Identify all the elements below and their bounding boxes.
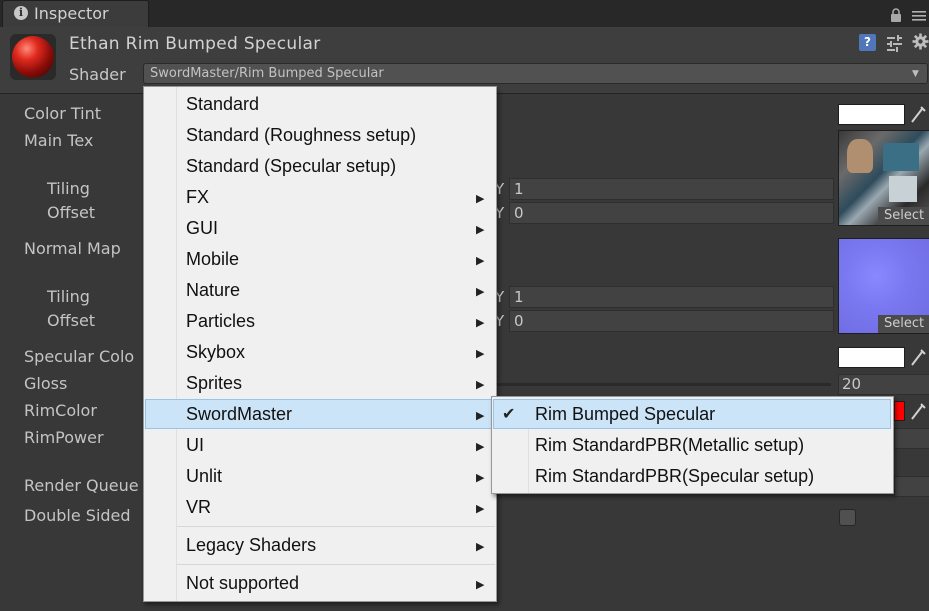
help-icon[interactable]: ? bbox=[859, 34, 876, 51]
menu-item-standard-roughness[interactable]: Standard (Roughness setup) bbox=[186, 125, 416, 146]
submenu-arrow-icon: ▶ bbox=[476, 440, 485, 453]
submenu-arrow-icon: ▶ bbox=[476, 540, 485, 553]
submenu-arrow-icon: ▶ bbox=[476, 471, 485, 484]
main-offset-y-field[interactable] bbox=[509, 202, 834, 224]
submenu-arrow-icon: ▶ bbox=[476, 347, 485, 360]
gloss-label: Gloss bbox=[24, 374, 68, 393]
menu-item-legacy-shaders[interactable]: Legacy Shaders bbox=[186, 535, 316, 556]
menu-gutter bbox=[176, 87, 177, 601]
menu-item-not-supported[interactable]: Not supported bbox=[186, 573, 299, 594]
material-sphere-icon bbox=[12, 36, 54, 78]
menu-item-vr[interactable]: VR bbox=[186, 497, 211, 518]
rim-color-label: RimColor bbox=[24, 401, 97, 420]
offset-label: Offset bbox=[47, 311, 96, 330]
main-tiling-y-value: 1 bbox=[514, 180, 524, 198]
color-tint-swatch[interactable] bbox=[838, 104, 905, 125]
menu-item-nature[interactable]: Nature bbox=[186, 280, 240, 301]
submenu-arrow-icon: ▶ bbox=[476, 285, 485, 298]
normal-tiling-y-field[interactable] bbox=[509, 286, 834, 308]
eyedropper-icon[interactable] bbox=[909, 401, 927, 421]
tab-title: Inspector bbox=[34, 4, 109, 23]
menu-separator bbox=[177, 564, 495, 565]
gear-icon[interactable] bbox=[912, 33, 929, 50]
eyedropper-icon[interactable] bbox=[909, 347, 927, 367]
submenu-arrow-icon: ▶ bbox=[476, 254, 485, 267]
eyedropper-icon[interactable] bbox=[909, 104, 927, 124]
rim-power-field[interactable] bbox=[894, 428, 929, 449]
menu-icon[interactable] bbox=[912, 10, 926, 22]
gloss-value: 20 bbox=[842, 375, 862, 393]
info-icon: i bbox=[14, 6, 28, 20]
menu-item-skybox[interactable]: Skybox bbox=[186, 342, 245, 363]
normal-offset-y-value: 0 bbox=[514, 312, 524, 330]
submenu-arrow-icon: ▶ bbox=[476, 502, 485, 515]
normal-tiling-y-value: 1 bbox=[514, 288, 524, 306]
material-name: Ethan Rim Bumped Specular bbox=[69, 34, 321, 54]
normal-map-label: Normal Map bbox=[24, 239, 121, 258]
double-sided-label: Double Sided bbox=[24, 506, 131, 525]
main-tex-select-button[interactable]: Select bbox=[878, 207, 929, 225]
rim-power-label: RimPower bbox=[24, 428, 104, 447]
menu-item-ui[interactable]: UI bbox=[186, 435, 204, 456]
submenu-arrow-icon: ▶ bbox=[476, 378, 485, 391]
menu-item-particles[interactable]: Particles bbox=[186, 311, 255, 332]
submenu-arrow-icon: ▶ bbox=[476, 316, 485, 329]
shader-label: Shader bbox=[69, 65, 126, 84]
render-queue-field[interactable] bbox=[894, 476, 929, 497]
submenu-arrow-icon: ▶ bbox=[476, 409, 485, 422]
tiling-label: Tiling bbox=[47, 287, 90, 306]
color-tint-label: Color Tint bbox=[24, 104, 101, 123]
menu-item-sprites[interactable]: Sprites bbox=[186, 373, 242, 394]
normal-map-select-button[interactable]: Select bbox=[878, 315, 929, 333]
offset-label: Offset bbox=[47, 203, 96, 222]
submenu-arrow-icon: ▶ bbox=[476, 578, 485, 591]
preset-icon[interactable] bbox=[885, 34, 903, 52]
main-tex-label: Main Tex bbox=[24, 131, 94, 150]
submenu-item-rim-bumped-specular[interactable]: Rim Bumped Specular bbox=[535, 404, 715, 425]
tiling-label: Tiling bbox=[47, 179, 90, 198]
menu-item-unlit[interactable]: Unlit bbox=[186, 466, 222, 487]
texture-armor-region bbox=[883, 143, 919, 171]
texture-face-region bbox=[847, 139, 873, 173]
lock-icon[interactable] bbox=[890, 8, 902, 22]
menu-separator bbox=[177, 526, 495, 527]
menu-item-standard-specular[interactable]: Standard (Specular setup) bbox=[186, 156, 396, 177]
main-offset-y-value: 0 bbox=[514, 204, 524, 222]
menu-item-standard[interactable]: Standard bbox=[186, 94, 259, 115]
specular-color-swatch[interactable] bbox=[838, 347, 905, 368]
submenu-arrow-icon: ▶ bbox=[476, 223, 485, 236]
submenu-gutter bbox=[528, 429, 529, 493]
texture-armor-region-2 bbox=[889, 176, 917, 202]
submenu-item-rim-pbr-metallic[interactable]: Rim StandardPBR(Metallic setup) bbox=[535, 435, 804, 456]
main-tiling-y-field[interactable] bbox=[509, 178, 834, 200]
render-queue-label: Render Queue bbox=[24, 476, 139, 495]
menu-item-fx[interactable]: FX bbox=[186, 187, 209, 208]
submenu-arrow-icon: ▶ bbox=[476, 192, 485, 205]
menu-item-gui[interactable]: GUI bbox=[186, 218, 218, 239]
menu-item-mobile[interactable]: Mobile bbox=[186, 249, 239, 270]
check-icon: ✔ bbox=[502, 404, 516, 423]
submenu-item-rim-pbr-specular[interactable]: Rim StandardPBR(Specular setup) bbox=[535, 466, 814, 487]
menu-item-swordmaster[interactable]: SwordMaster bbox=[186, 404, 292, 425]
specular-color-label: Specular Colo bbox=[24, 347, 135, 366]
shader-dropdown-value: SwordMaster/Rim Bumped Specular bbox=[150, 66, 384, 81]
rim-color-swatch[interactable] bbox=[894, 401, 905, 421]
normal-offset-y-field[interactable] bbox=[509, 310, 834, 332]
gloss-slider-track[interactable] bbox=[497, 383, 831, 386]
double-sided-checkbox[interactable] bbox=[839, 509, 856, 526]
chevron-down-icon: ▼ bbox=[912, 69, 919, 79]
